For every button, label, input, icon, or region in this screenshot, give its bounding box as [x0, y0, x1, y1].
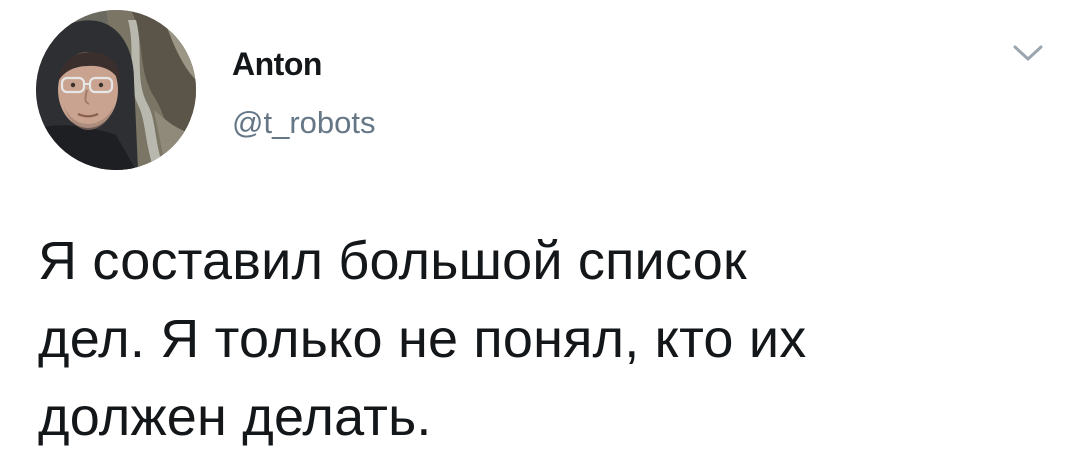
author-name[interactable]: Anton: [232, 45, 322, 83]
chevron-down-icon: [1013, 45, 1043, 61]
tweet-card: Anton @t_robots Я составил большой списо…: [0, 0, 1080, 466]
author-handle[interactable]: @t_robots: [232, 105, 375, 141]
tweet-menu-button[interactable]: [1005, 38, 1051, 68]
user-avatar-photo-icon: [36, 10, 196, 170]
tweet-text: Я составил большой список дел. Я только …: [38, 231, 807, 447]
author-avatar[interactable]: [36, 10, 196, 170]
